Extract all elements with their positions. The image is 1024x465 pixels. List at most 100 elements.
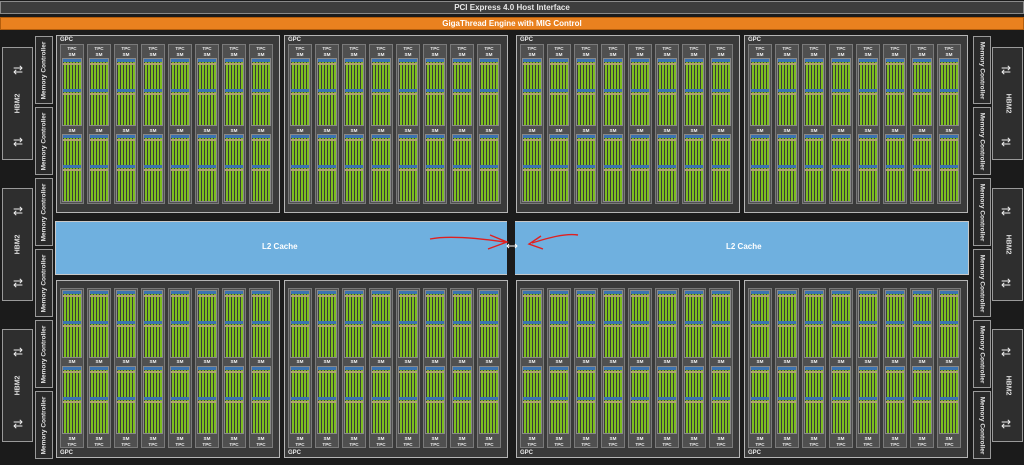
sm-label: SM (717, 52, 725, 57)
tpc-label: TPC (403, 442, 413, 447)
sm-block (657, 134, 677, 202)
sm-block (831, 366, 851, 434)
tpc-label: TPC (527, 46, 537, 51)
sm-label: SM (636, 52, 644, 57)
sm-block (89, 366, 109, 434)
sm-label: SM (68, 52, 76, 57)
memory-controller: Memory Controller (973, 178, 991, 246)
sm-label: SM (203, 359, 211, 364)
memory-controller: Memory Controller (35, 178, 53, 246)
sm-block (290, 366, 310, 434)
sm-block (576, 134, 596, 202)
sm-block (89, 290, 109, 358)
sm-block (452, 366, 472, 434)
sm-label: SM (122, 52, 130, 57)
sm-block (549, 58, 569, 126)
sm-block (479, 366, 499, 434)
tpc-label: TPC (457, 442, 467, 447)
sm-block (804, 58, 824, 126)
tpc: TPC SM SM (288, 44, 312, 204)
tpc: TPC SM SM (114, 44, 138, 204)
double-arrow-icon: ⇄ (1001, 345, 1012, 359)
sm-label: SM (810, 128, 818, 133)
sm-label: SM (257, 128, 265, 133)
sm-block (371, 58, 391, 126)
sm-label: SM (810, 359, 818, 364)
sm-block (522, 58, 542, 126)
sm-block (197, 58, 217, 126)
sm-label: SM (431, 436, 439, 441)
sm-block (804, 366, 824, 434)
sm-block (630, 290, 650, 358)
sm-block (711, 290, 731, 358)
tpc-label: TPC (716, 442, 726, 447)
sm-label: SM (528, 52, 536, 57)
sm-label: SM (690, 52, 698, 57)
double-arrow-icon: ⇄ (13, 417, 24, 431)
sm-label: SM (176, 52, 184, 57)
tpc-label: TPC (349, 442, 359, 447)
sm-block (939, 366, 959, 434)
hbm2-stack: HBM2 ⇄ ⇄ (2, 188, 33, 301)
tpc: TPC SM SM (477, 44, 501, 204)
sm-label: SM (377, 128, 385, 133)
tpc-label: TPC (94, 46, 104, 51)
double-arrow-icon: ⇄ (1001, 63, 1012, 77)
sm-block (62, 290, 82, 358)
sm-label: SM (122, 359, 130, 364)
sm-block (170, 134, 190, 202)
sm-label: SM (918, 436, 926, 441)
memory-controller: Memory Controller (973, 320, 991, 388)
hbm2-stack: HBM2 ⇄ ⇄ (992, 47, 1023, 160)
sm-block (224, 134, 244, 202)
tpc-label: TPC (689, 46, 699, 51)
tpc-label: TPC (94, 442, 104, 447)
sm-label: SM (149, 52, 157, 57)
sm-label: SM (122, 128, 130, 133)
memory-controller-label: Memory Controller (40, 112, 48, 170)
sm-label: SM (756, 52, 764, 57)
sm-label: SM (582, 52, 590, 57)
sm-label: SM (756, 359, 764, 364)
tpc: SM SM TPC (628, 288, 652, 448)
tpc-label: TPC (527, 442, 537, 447)
gpc-label: GPC (748, 37, 762, 43)
sm-block (912, 366, 932, 434)
sm-label: SM (230, 436, 238, 441)
hbm2-label: HBM2 (14, 93, 21, 114)
tpc: TPC SM SM (168, 44, 192, 204)
tpc: TPC SM SM (520, 44, 544, 204)
sm-label: SM (230, 52, 238, 57)
sm-block (143, 134, 163, 202)
sm-block (684, 58, 704, 126)
l2-cache-left-label: L2 Cache (262, 242, 298, 251)
tpc-label: TPC (484, 442, 494, 447)
sm-block (549, 366, 569, 434)
sm-label: SM (176, 128, 184, 133)
sm-block (251, 134, 271, 202)
sm-label: SM (717, 128, 725, 133)
gpc: GPC SM SM TPC SM SM TPC SM SM TPC SM SM TPC SM SM TPC SM… (744, 280, 968, 458)
sm-block (657, 366, 677, 434)
sm-label: SM (783, 52, 791, 57)
memory-controller: Memory Controller (973, 107, 991, 175)
sm-label: SM (404, 436, 412, 441)
tpc: TPC SM SM (709, 44, 733, 204)
sm-block (684, 290, 704, 358)
sm-block (116, 58, 136, 126)
tpc: SM SM TPC (288, 288, 312, 448)
sm-label: SM (323, 52, 331, 57)
tpc-label: TPC (917, 46, 927, 51)
sm-block (344, 366, 364, 434)
double-arrow-icon: ⇄ (13, 135, 24, 149)
sm-label: SM (945, 52, 953, 57)
sm-block (684, 134, 704, 202)
sm-block (479, 134, 499, 202)
tpc: TPC SM SM (628, 44, 652, 204)
sm-block (885, 366, 905, 434)
sm-label: SM (458, 128, 466, 133)
tpc: TPC SM SM (682, 44, 706, 204)
tpc-label: TPC (716, 46, 726, 51)
memory-controller: Memory Controller (35, 36, 53, 104)
tpc-label: TPC (403, 46, 413, 51)
